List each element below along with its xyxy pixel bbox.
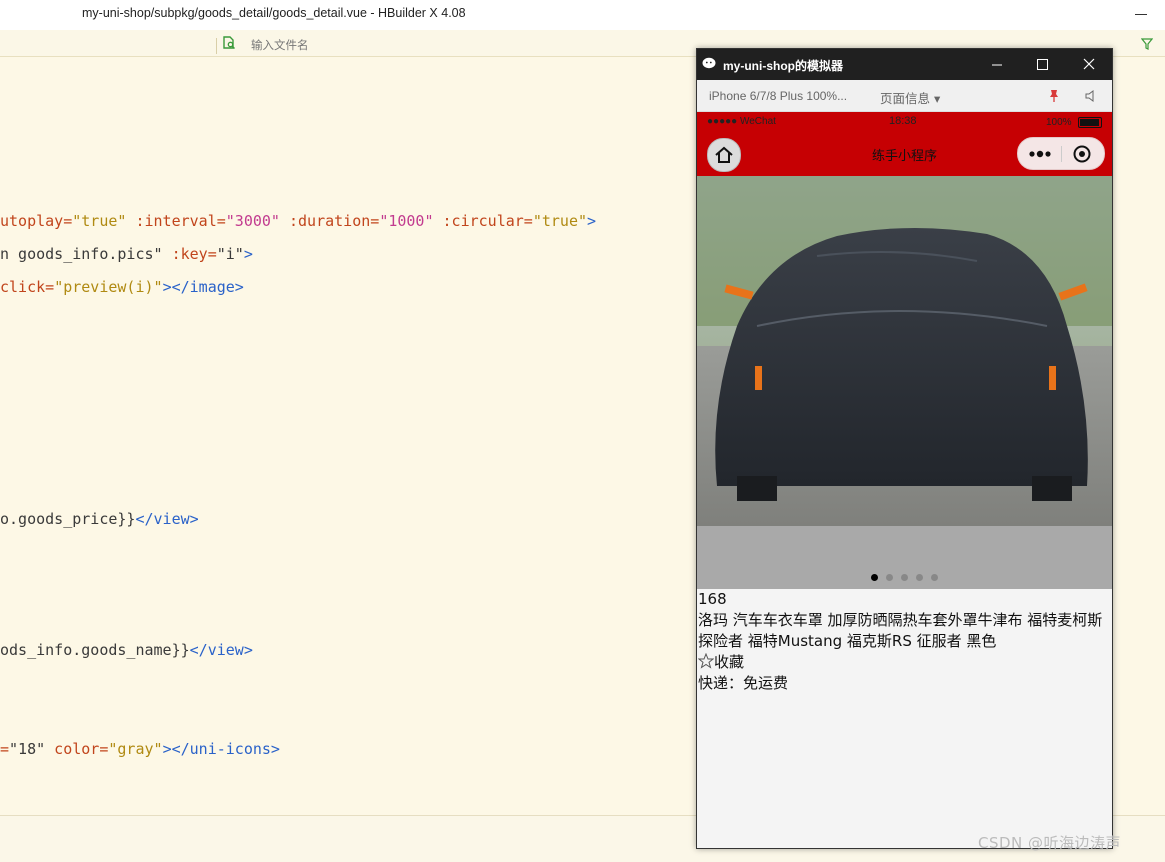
code-token: utoplay= — [0, 212, 73, 230]
capsule-divider — [1061, 146, 1062, 162]
code-token: :duration= — [279, 212, 380, 230]
filter-icon[interactable] — [1141, 38, 1153, 50]
code-line[interactable]: ods_info.goods_name}}</view> — [0, 641, 253, 659]
code-token: ></uni-icons> — [162, 740, 280, 758]
code-token: :circular= — [433, 212, 533, 230]
speaker-icon[interactable] — [1085, 90, 1097, 102]
code-line[interactable]: click="preview(i)"></image> — [0, 278, 244, 296]
code-token: click= — [0, 278, 55, 296]
code-token: "true" — [72, 212, 127, 230]
page-info-dropdown[interactable]: 页面信息 ▾ — [880, 88, 940, 107]
code-token: = — [0, 740, 10, 758]
code-token: > — [243, 245, 253, 263]
code-token: "gray" — [108, 740, 163, 758]
device-selector[interactable]: iPhone 6/7/8 Plus 100%... — [709, 89, 847, 103]
swiper-dot[interactable] — [871, 574, 878, 581]
signal-indicator: ●●●●● WeChat — [707, 116, 776, 127]
code-token: color= — [45, 740, 109, 758]
code-token: "i" — [216, 245, 244, 263]
code-line[interactable]: o.goods_price}}</view> — [0, 510, 199, 528]
code-token: </view> — [135, 510, 199, 528]
favorite-label: 收藏 — [714, 653, 745, 671]
phone-status-bar: ●●●●● WeChat 18:38 100% — [697, 112, 1112, 132]
minimize-window-button[interactable] — [974, 49, 1020, 80]
maximize-window-button[interactable] — [1019, 49, 1065, 80]
status-time: 18:38 — [889, 115, 917, 127]
close-window-button[interactable] — [1066, 49, 1112, 80]
favorite-button[interactable]: 收藏 — [697, 652, 1112, 673]
editor-titlebar: my-uni-shop/subpkg/goods_detail/goods_de… — [0, 0, 1165, 31]
code-token: :key= — [162, 245, 217, 263]
swiper-dot[interactable] — [931, 574, 938, 581]
capsule-menu — [1017, 137, 1105, 170]
pin-icon[interactable] — [1048, 89, 1060, 103]
goods-name: 洛玛 汽车车衣车罩 加厚防晒隔热车套外罩牛津布 福特麦柯斯 探险者 福特Must… — [698, 611, 1103, 650]
search-bracket-divider — [216, 38, 217, 54]
code-token: ></image> — [162, 278, 244, 296]
code-token: n goods_info.pics" — [0, 245, 163, 263]
swiper-indicator — [697, 574, 1112, 581]
code-line[interactable]: ="18" color="gray"></uni-icons> — [0, 740, 280, 758]
code-token: "3000" — [225, 212, 280, 230]
simulator-titlebar: my-uni-shop的模拟器 — [697, 49, 1112, 80]
code-line[interactable]: n goods_info.pics" :key="i"> — [0, 245, 253, 263]
watermark: CSDN @听海边涛声 — [978, 834, 1122, 852]
goods-image[interactable] — [697, 176, 1112, 526]
editor-window-title: my-uni-shop/subpkg/goods_detail/goods_de… — [82, 6, 466, 20]
battery-percent: 100% — [1046, 117, 1072, 128]
swiper-dot[interactable] — [916, 574, 923, 581]
code-token: ods_info.goods_name}} — [0, 641, 190, 659]
mini-program-navbar: 练手小程序 — [697, 132, 1112, 176]
simulator-window: my-uni-shop的模拟器 iPhone 6/7/8 Plus 100%..… — [696, 48, 1113, 849]
wechat-icon — [702, 57, 716, 69]
file-search-icon — [223, 36, 235, 49]
code-token: "preview(i)" — [54, 278, 163, 296]
goods-swiper[interactable] — [697, 176, 1112, 589]
code-line[interactable]: utoplay="true" :interval="3000" :duratio… — [0, 212, 596, 230]
code-token: > — [587, 212, 597, 230]
goods-info: 168 洛玛 汽车车衣车罩 加厚防晒隔热车套外罩牛津布 福特麦柯斯 探险者 福特… — [697, 589, 1112, 694]
search-input[interactable]: 输入文件名 — [251, 37, 309, 53]
code-token: "true" — [532, 212, 588, 230]
simulator-toolbar: iPhone 6/7/8 Plus 100%... 页面信息 ▾ — [697, 80, 1112, 112]
swiper-dot[interactable] — [901, 574, 908, 581]
battery-icon — [1078, 117, 1102, 128]
minimize-button[interactable] — [1135, 14, 1147, 15]
code-token: </view> — [189, 641, 253, 659]
simulator-title: my-uni-shop的模拟器 — [723, 59, 843, 73]
goods-price: 168 — [698, 590, 727, 608]
code-token: "18" — [9, 740, 46, 758]
close-mini-program-icon[interactable] — [1072, 144, 1092, 164]
shipping-info: 快递：免运费 — [698, 674, 789, 692]
code-token: :interval= — [126, 212, 226, 230]
code-token: o.goods_price}} — [0, 510, 136, 528]
code-token: "1000" — [379, 212, 434, 230]
more-icon[interactable] — [1026, 146, 1054, 162]
star-icon — [697, 652, 715, 669]
swiper-dot[interactable] — [886, 574, 893, 581]
